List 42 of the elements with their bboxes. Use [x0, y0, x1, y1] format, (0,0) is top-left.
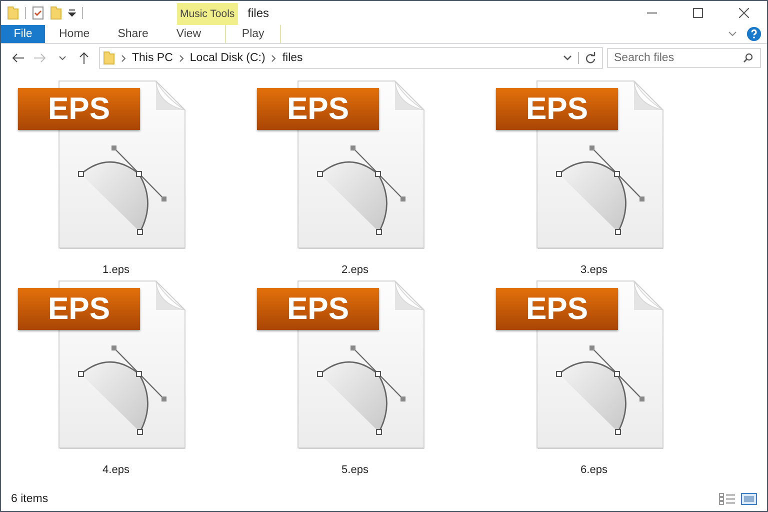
ribbon-tab[interactable]: Share	[104, 25, 162, 43]
dropdown-icon[interactable]	[563, 55, 572, 61]
chevron-icon[interactable]	[178, 54, 184, 62]
up-arrow-icon[interactable]	[79, 52, 89, 64]
ribbon-tab[interactable]: View	[162, 25, 216, 43]
large-icons-view-icon[interactable]	[741, 493, 757, 505]
expand-ribbon-icon[interactable]	[728, 31, 737, 37]
breadcrumb[interactable]: files	[282, 52, 303, 64]
folder-icon	[103, 51, 115, 65]
chevron-icon[interactable]	[121, 54, 126, 62]
file-type-badge: EPS	[18, 88, 140, 130]
maximize-icon[interactable]	[693, 8, 703, 18]
file-name[interactable]: 1.eps	[102, 264, 130, 276]
address-bar[interactable]: This PC Local Disk (C:) files	[99, 47, 603, 69]
file-name[interactable]: 4.eps	[102, 464, 130, 476]
details-view-icon[interactable]	[719, 493, 735, 505]
file-name[interactable]: 2.eps	[342, 264, 368, 276]
customize-caret-icon[interactable]	[68, 9, 76, 17]
contextual-tab-group: Music Tools	[177, 3, 238, 25]
help-icon[interactable]	[747, 27, 761, 41]
search-icon[interactable]	[743, 53, 753, 63]
file-menu-button[interactable]: File	[1, 25, 45, 43]
properties-icon[interactable]	[32, 6, 44, 20]
file-type-badge: EPS	[18, 288, 140, 330]
search-field[interactable]: Search files	[607, 48, 761, 68]
ribbon-tab[interactable]: Home	[45, 25, 104, 43]
item-count: 6 items	[11, 493, 48, 505]
file-name[interactable]: 5.eps	[342, 464, 368, 476]
window-title: files	[248, 6, 270, 20]
file-type-badge: EPS	[257, 88, 379, 130]
file-name[interactable]: 3.eps	[580, 264, 608, 276]
file-type-badge: EPS	[257, 288, 379, 330]
back-icon[interactable]	[12, 53, 24, 63]
breadcrumb[interactable]: This PC	[132, 52, 173, 64]
chevron-icon[interactable]	[271, 54, 276, 62]
breadcrumb[interactable]: Local Disk (C:)	[190, 52, 266, 64]
file-name[interactable]: 6.eps	[580, 464, 608, 476]
file-type-badge: EPS	[496, 288, 618, 330]
file-type-badge: EPS	[496, 88, 618, 130]
caret-icon[interactable]	[58, 56, 66, 60]
close-icon[interactable]	[739, 8, 749, 18]
refresh-icon[interactable]	[585, 52, 596, 64]
